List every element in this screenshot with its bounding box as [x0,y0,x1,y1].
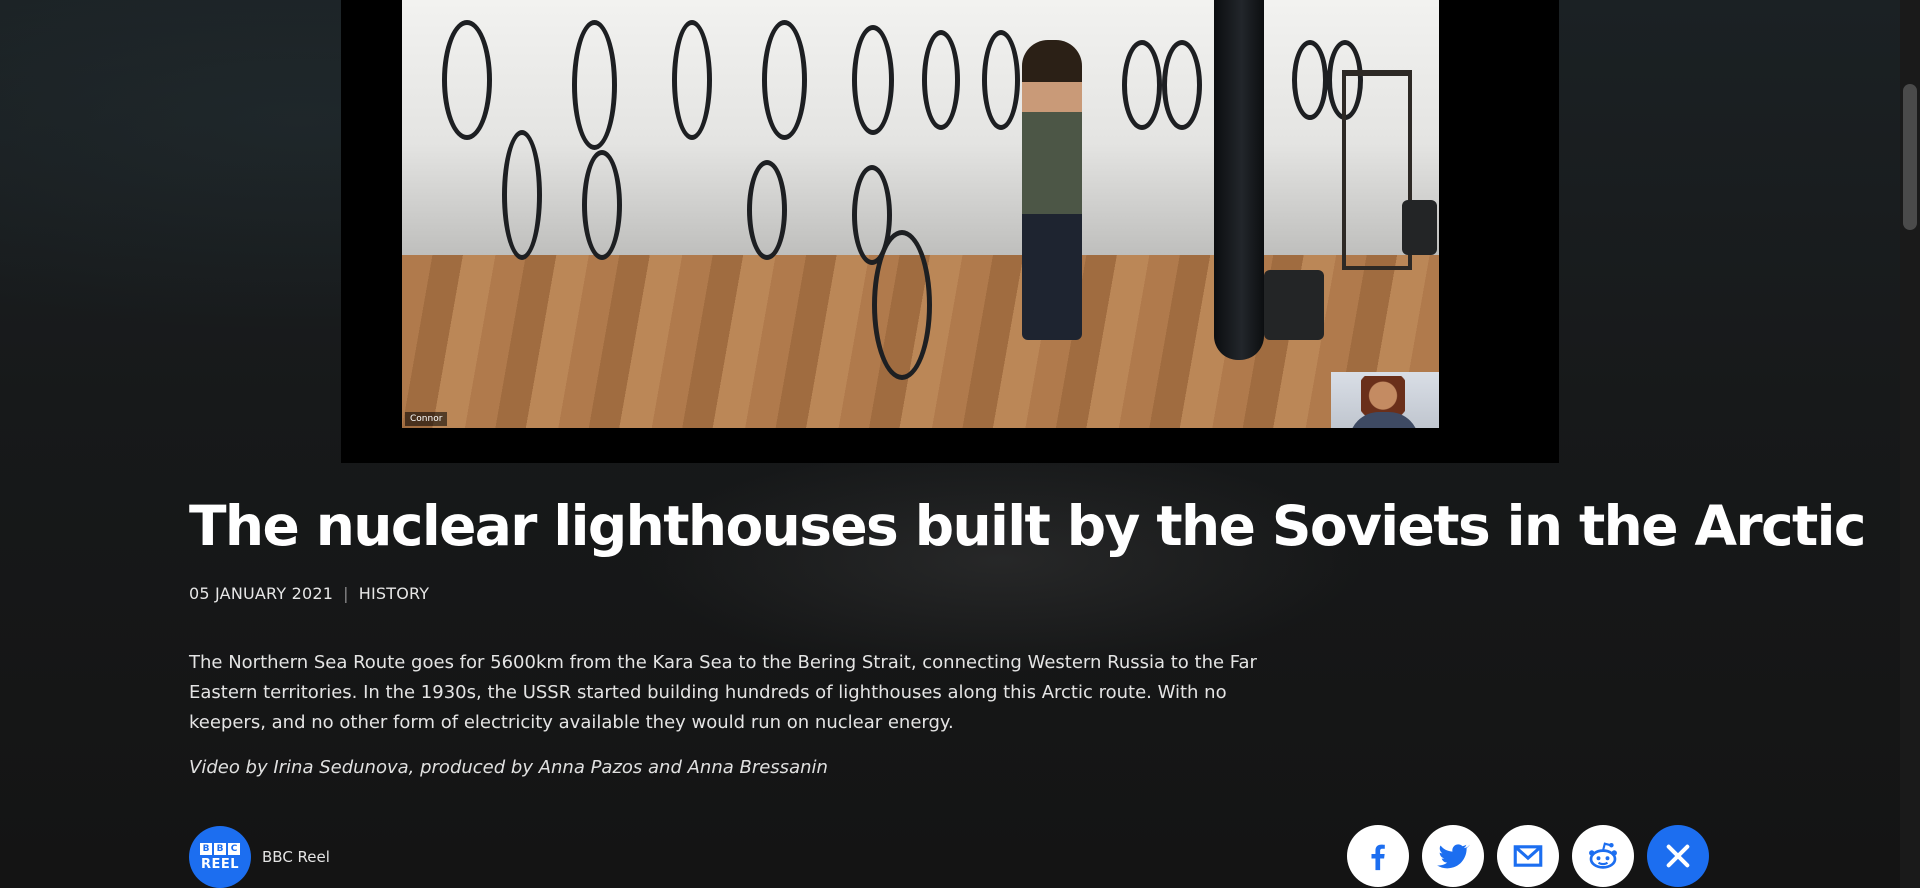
article-date: 05 JANUARY 2021 [189,584,334,603]
bike-wheel [572,20,617,150]
bike-wheel [982,30,1020,130]
brand-name[interactable]: BBC Reel [262,848,330,866]
bbc-reel-logo[interactable]: B B C REEL [189,826,251,888]
bike-wheel [672,20,712,140]
share-facebook-button[interactable] [1347,825,1409,887]
email-icon [1513,845,1543,867]
bike-wheel [922,30,960,130]
video-frame[interactable]: Connor [402,0,1439,428]
bbc-logo-blocks: B B C [200,842,240,855]
bike-wheel [872,230,932,380]
bike-wheel [1122,40,1162,130]
plant-pot [1402,200,1437,255]
bike-wheel [502,130,542,260]
pip-body [1349,412,1419,428]
share-bar [1347,825,1709,887]
bike-wheel [442,20,492,140]
close-icon [1666,844,1690,868]
brand-block[interactable]: B B C REEL BBC Reel [189,826,330,888]
article-meta: 05 JANUARY 2021 | HISTORY [189,584,429,603]
bike-wheel [852,25,894,135]
share-reddit-button[interactable] [1572,825,1634,887]
picture-in-picture-thumbnail [1331,372,1439,428]
meta-separator: | [343,584,349,603]
scrollbar-thumb[interactable] [1903,84,1917,230]
share-close-button[interactable] [1647,825,1709,887]
bike-wheel [747,160,787,260]
reddit-icon [1589,842,1617,869]
bbc-logo-letter: B [200,842,212,855]
video-player[interactable]: Connor [341,0,1559,463]
video-wall [402,0,1439,260]
bike-wheel [1292,40,1328,120]
bike-wheel [1162,40,1202,130]
bbc-logo-letter: B [214,842,226,855]
video-pillar [1214,0,1264,360]
bbc-logo-letter: C [228,842,240,855]
participant-name-tag: Connor [405,412,448,426]
plant-pot [1264,270,1324,340]
page-scrollbar[interactable] [1900,0,1920,888]
article-category[interactable]: HISTORY [359,584,430,603]
share-email-button[interactable] [1497,825,1559,887]
video-person [1022,40,1082,340]
share-twitter-button[interactable] [1422,825,1484,887]
bike-wheel [762,20,807,140]
twitter-icon [1436,844,1470,869]
article-title: The nuclear lighthouses built by the Sov… [189,494,1867,558]
bike-wheel [582,150,622,260]
video-credit: Video by Irina Sedunova, produced by Ann… [189,757,828,778]
facebook-icon [1371,844,1385,871]
reel-logo-word: REEL [200,856,240,872]
article-summary: The Northern Sea Route goes for 5600km f… [189,652,1257,733]
